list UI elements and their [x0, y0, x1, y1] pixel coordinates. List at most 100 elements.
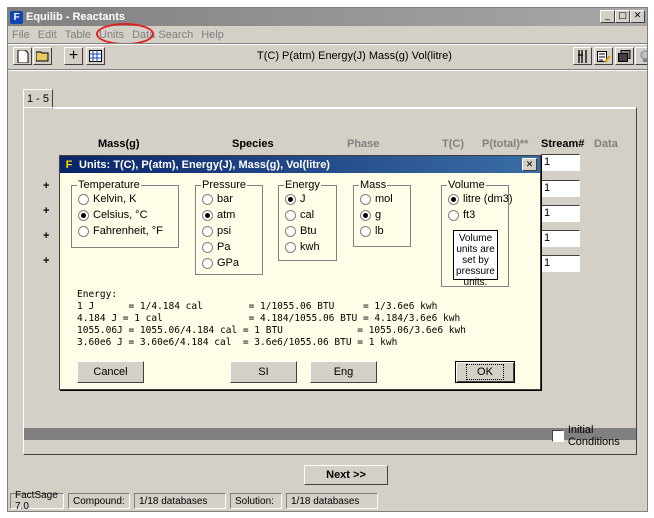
energy-heading: Energy:: [77, 289, 118, 300]
radio-button[interactable]: [78, 225, 89, 237]
close-button[interactable]: ✕: [630, 10, 645, 23]
temperature-option-celsius[interactable]: Celsius, °C: [78, 209, 148, 221]
radio-button[interactable]: [360, 225, 371, 237]
energy-option-btu[interactable]: Btu: [285, 225, 317, 237]
menu-help[interactable]: Help: [197, 29, 228, 41]
pressure-option-atm[interactable]: atm: [202, 209, 235, 221]
add-row-button[interactable]: +: [43, 255, 49, 267]
pressure-group: Pressure bar atm psi Pa GPa: [195, 179, 263, 275]
edit-list-button[interactable]: [594, 47, 613, 65]
radio-button[interactable]: [285, 225, 296, 237]
radio-button[interactable]: [360, 193, 371, 205]
option-label: cal: [300, 209, 315, 221]
column-header-tc: T(C): [442, 138, 464, 150]
energy-option-cal[interactable]: cal: [285, 209, 314, 221]
app-icon: F: [10, 10, 23, 24]
mass-option-g[interactable]: g: [360, 209, 381, 221]
mass-label: Mass: [359, 179, 388, 191]
temperature-option-fahrenheit[interactable]: Fahrenheit, °F: [78, 225, 163, 237]
energy-option-kwh[interactable]: kwh: [285, 241, 320, 253]
table-icon: [89, 50, 102, 62]
pressure-option-bar[interactable]: bar: [202, 193, 233, 205]
mass-group: Mass mol g lb: [353, 179, 411, 247]
utensils-button[interactable]: [573, 47, 592, 65]
status-version: FactSage 7.0: [10, 490, 64, 511]
ok-button[interactable]: OK: [455, 361, 515, 383]
stream-input[interactable]: 1: [541, 255, 580, 272]
radio-button-selected[interactable]: [448, 193, 459, 205]
pressure-option-gpa[interactable]: GPa: [202, 257, 239, 269]
open-folder-button[interactable]: [33, 47, 52, 65]
radio-button[interactable]: [285, 241, 296, 253]
cancel-button[interactable]: Cancel: [77, 361, 144, 383]
option-label: mol: [375, 193, 393, 205]
radio-button[interactable]: [202, 241, 213, 253]
stream-input[interactable]: 1: [541, 205, 580, 222]
energy-conversion-row: 1055.06J = 1055.06/4.184 cal = 1 BTU = 1…: [77, 325, 466, 336]
option-label: atm: [217, 209, 236, 221]
toolbar-separator: [8, 69, 647, 71]
column-header-ptotal: P(total)**: [482, 138, 529, 150]
initial-conditions-checkbox[interactable]: Initial Conditions: [552, 424, 647, 448]
add-row-button[interactable]: +: [43, 205, 49, 217]
minimize-button[interactable]: _: [600, 10, 615, 23]
temperature-label: Temperature: [77, 179, 141, 191]
volume-label: Volume: [447, 179, 486, 191]
pressure-option-pa[interactable]: Pa: [202, 241, 230, 253]
option-label: psi: [217, 225, 232, 237]
next-button[interactable]: Next >>: [304, 465, 388, 485]
status-compound-db: 1/18 databases: [134, 493, 226, 509]
maximize-button[interactable]: □: [615, 10, 630, 23]
table-button[interactable]: [86, 47, 105, 65]
energy-conversion-row: 4.184 J = 1 cal = 4.184/1055.06 BTU = 4.…: [77, 313, 461, 324]
radio-button[interactable]: [78, 193, 89, 205]
radio-button-selected[interactable]: [202, 209, 213, 221]
dialog-title: Units: T(C), P(atm), Energy(J), Mass(g),…: [79, 158, 330, 171]
radio-button-selected[interactable]: [78, 209, 89, 221]
stream-input[interactable]: 1: [541, 154, 580, 171]
menu-file[interactable]: File: [8, 29, 34, 41]
mass-option-lb[interactable]: lb: [360, 225, 384, 237]
new-file-button[interactable]: [13, 47, 32, 65]
radio-button[interactable]: [202, 257, 213, 269]
radio-button[interactable]: [285, 209, 296, 221]
option-label: Btu: [300, 225, 317, 237]
option-label: lb: [375, 225, 384, 237]
window-controls: _ □ ✕: [600, 10, 645, 23]
volume-option-litre[interactable]: litre (dm3): [448, 193, 513, 205]
energy-label: Energy: [284, 179, 321, 191]
volume-option-ft3[interactable]: ft3: [448, 209, 475, 221]
add-button[interactable]: +: [64, 47, 83, 65]
pressure-option-psi[interactable]: psi: [202, 225, 231, 237]
menu-table[interactable]: Table: [61, 29, 95, 41]
tab-1-5[interactable]: 1 - 5: [23, 89, 53, 109]
option-label: Celsius, °C: [93, 209, 148, 221]
temperature-option-kelvin[interactable]: Kelvin, K: [78, 193, 136, 205]
menu-edit[interactable]: Edit: [34, 29, 61, 41]
edit-list-icon: [596, 50, 611, 63]
plus-icon: +: [68, 47, 79, 64]
stack-button[interactable]: [615, 47, 634, 65]
main-window: F Equilib - Reactants _ □ ✕ File Edit Ta…: [7, 7, 648, 512]
eng-button[interactable]: Eng: [310, 361, 377, 383]
radio-button-selected[interactable]: [360, 209, 371, 221]
utensils-icon: [577, 49, 587, 63]
add-row-button[interactable]: +: [43, 180, 49, 192]
dialog-close-button[interactable]: ✕: [522, 158, 537, 171]
radio-button-selected[interactable]: [285, 193, 296, 205]
panel-dark-band: [24, 428, 636, 440]
volume-group: Volume litre (dm3) ft3 Volume units are …: [441, 179, 513, 288]
radio-button[interactable]: [202, 225, 213, 237]
option-label: Kelvin, K: [93, 193, 137, 205]
title-bar: F Equilib - Reactants _ □ ✕: [8, 8, 647, 26]
mass-option-mol[interactable]: mol: [360, 193, 393, 205]
lightbulb-button[interactable]: [635, 47, 647, 65]
energy-option-j[interactable]: J: [285, 193, 306, 205]
stream-input[interactable]: 1: [541, 180, 580, 197]
si-button[interactable]: SI: [230, 361, 297, 383]
stream-input[interactable]: 1: [541, 230, 580, 247]
add-row-button[interactable]: +: [43, 230, 49, 242]
radio-button[interactable]: [202, 193, 213, 205]
checkbox-box[interactable]: [552, 430, 564, 442]
radio-button[interactable]: [448, 209, 459, 221]
